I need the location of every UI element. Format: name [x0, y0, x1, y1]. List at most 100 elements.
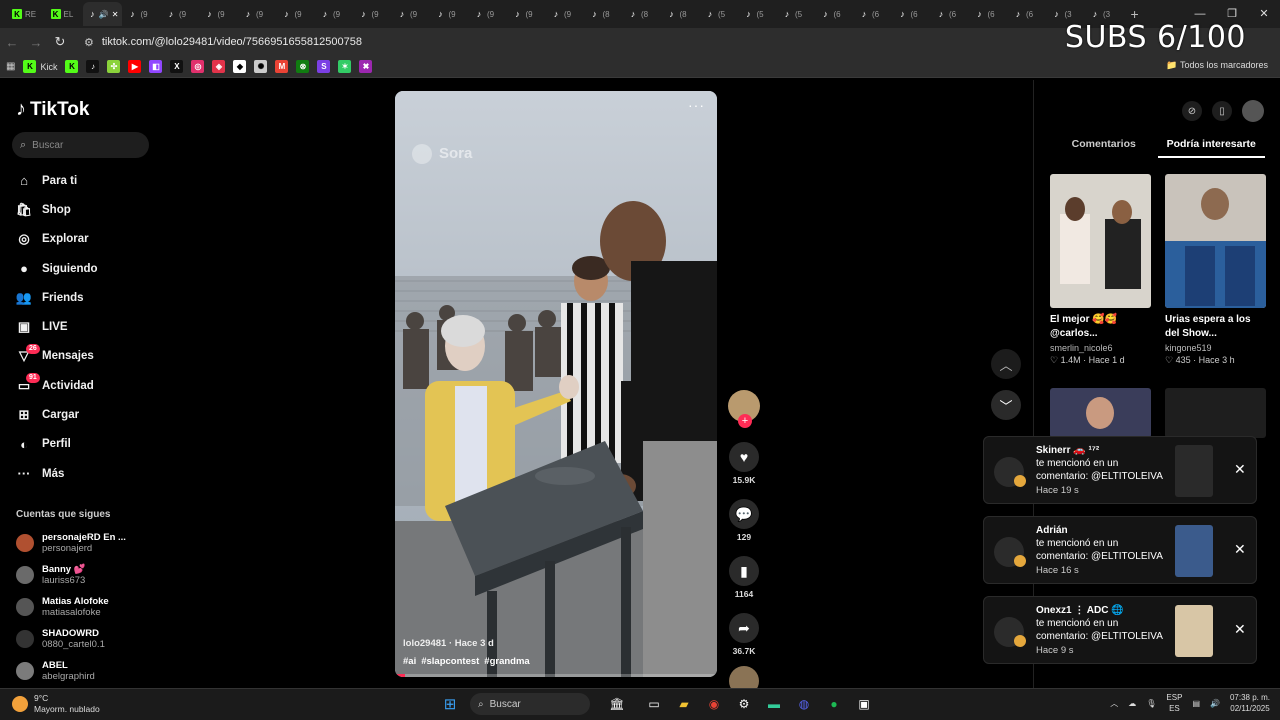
- discord-icon[interactable]: ◍: [794, 694, 814, 714]
- creator-avatar[interactable]: +: [728, 390, 760, 428]
- card-thumbnail[interactable]: [1050, 174, 1151, 308]
- browser-tab[interactable]: ♪ (9: [199, 2, 238, 26]
- card-thumbnail[interactable]: [1165, 388, 1266, 438]
- close-icon[interactable]: ✕: [1234, 621, 1246, 638]
- card-thumbnail[interactable]: [1165, 174, 1266, 308]
- chrome-icon[interactable]: ◉: [704, 694, 724, 714]
- close-icon[interactable]: ✕: [1234, 541, 1246, 558]
- browser-tab[interactable]: ♪ (9: [468, 2, 507, 26]
- bookmark-item[interactable]: ◧: [149, 60, 163, 73]
- next-video-button[interactable]: ﹀: [991, 390, 1021, 420]
- hashtag-link[interactable]: #grandma: [484, 656, 529, 667]
- browser-tab[interactable]: ♪ (9: [430, 2, 469, 26]
- windows-start-icon[interactable]: ⊞: [440, 694, 460, 714]
- epic-games-icon[interactable]: ▣: [854, 694, 874, 714]
- back-icon[interactable]: ←: [0, 35, 24, 50]
- share-action[interactable]: ➦ 36.7K: [726, 613, 762, 656]
- comment-icon[interactable]: 💬: [729, 499, 759, 529]
- nav-item-friends[interactable]: 👥 Friends: [16, 283, 98, 312]
- browser-tab[interactable]: ♪ (9: [237, 2, 276, 26]
- bookmark-item[interactable]: ♪: [86, 60, 100, 73]
- browser-tab[interactable]: ♪ (6: [930, 2, 969, 26]
- browser-tab[interactable]: ♪ (9: [391, 2, 430, 26]
- bookmark-item[interactable]: ▶: [128, 60, 142, 73]
- bookmark-item[interactable]: ◆: [233, 60, 247, 73]
- mic-icon[interactable]: 🎙: [1146, 699, 1156, 708]
- browser-tab[interactable]: ♪ (9: [314, 2, 353, 26]
- weather-widget[interactable]: 9°C Mayorm. nublado: [12, 693, 100, 715]
- hashtag-link[interactable]: #slapcontest: [421, 656, 479, 667]
- browser-tab[interactable]: K EL: [45, 2, 84, 26]
- nav-item-perfil[interactable]: ◐ Perfil: [16, 430, 98, 459]
- close-icon[interactable]: ✕: [1234, 461, 1246, 478]
- nav-item-live[interactable]: ▣ LIVE: [16, 312, 98, 341]
- following-account[interactable]: Banny 💕 lauriss673: [16, 559, 126, 591]
- browser-tab[interactable]: ♪ (9: [160, 2, 199, 26]
- bookmark-item[interactable]: ✶: [338, 60, 352, 73]
- apps-grid-icon[interactable]: ▦: [6, 61, 15, 72]
- nav-item-cargar[interactable]: ⊞ Cargar: [16, 400, 98, 429]
- nav-item-m-s[interactable]: ··· Más: [16, 459, 98, 488]
- bookmark-item[interactable]: ⊗: [296, 60, 310, 73]
- video-player[interactable]: Sora ··· lolo29481 · Hace 3 d #ai #slapco…: [395, 91, 717, 677]
- notification-thumbnail[interactable]: [1175, 525, 1213, 577]
- widget-thumbnail-icon[interactable]: 🏛: [600, 694, 634, 714]
- suggested-card[interactable]: El mejor 🥰🥰 @carlos... smerlin_nicole6 ♡…: [1050, 174, 1151, 366]
- heart-icon[interactable]: ♥: [729, 442, 759, 472]
- following-account[interactable]: SHADOWRD 0880_cartel0.1: [16, 623, 126, 655]
- audio-icon[interactable]: 🔊: [99, 10, 109, 19]
- bookmark-item[interactable]: M: [275, 60, 289, 73]
- mention-notification[interactable]: Adrián te mencionó en un comentario: @ELT…: [983, 516, 1257, 584]
- device-icon[interactable]: ▯: [1212, 101, 1232, 121]
- search-input[interactable]: [32, 139, 133, 151]
- tray-overflow-icon[interactable]: ︿: [1110, 698, 1118, 709]
- browser-tab[interactable]: K RE: [6, 2, 45, 26]
- share-icon[interactable]: ➦: [729, 613, 759, 643]
- browser-tab[interactable]: ♪ (9: [122, 2, 161, 26]
- nav-item-para-ti[interactable]: ⌂ Para ti: [16, 166, 98, 195]
- search-box[interactable]: ⌕: [12, 132, 149, 158]
- following-account[interactable]: ABEL abelgraphird: [16, 655, 126, 687]
- user-avatar[interactable]: [1242, 100, 1264, 122]
- language-indicator[interactable]: ESP ES: [1166, 692, 1182, 714]
- tab-comments[interactable]: Comentarios: [1050, 138, 1158, 158]
- following-account[interactable]: personajeRD En ... personajerd: [16, 527, 126, 559]
- bookmark-item[interactable]: K Kick: [23, 60, 57, 73]
- nav-item-actividad[interactable]: ▭ 91 Actividad: [16, 371, 98, 400]
- tiktok-logo[interactable]: ♪ TikTok: [16, 98, 89, 121]
- save-action[interactable]: ▮ 1164: [726, 556, 762, 599]
- suggested-card[interactable]: Urias espera a los del Show... kingone51…: [1165, 174, 1266, 366]
- card-author[interactable]: smerlin_nicole6: [1050, 343, 1151, 353]
- browser-tab[interactable]: ♪ (8: [661, 2, 700, 26]
- cloud-icon[interactable]: ☁: [1128, 699, 1136, 708]
- notification-thumbnail[interactable]: [1175, 445, 1213, 497]
- browser-tab[interactable]: ♪ (5: [738, 2, 777, 26]
- close-window-icon[interactable]: ✕: [1248, 0, 1280, 28]
- browser-tab[interactable]: ♪ (9: [545, 2, 584, 26]
- following-account[interactable]: Matias Alofoke matiasalofoke: [16, 591, 126, 623]
- bookmark-item[interactable]: ◎: [191, 60, 205, 73]
- bookmark-item[interactable]: S: [317, 60, 331, 73]
- close-tab-icon[interactable]: ✕: [112, 10, 119, 19]
- browser-tab[interactable]: ♪ (6: [815, 2, 854, 26]
- spotify-icon[interactable]: ●: [824, 694, 844, 714]
- video-author[interactable]: lolo29481 · Hace 3 d: [403, 638, 494, 649]
- comment-action[interactable]: 💬 129: [726, 499, 762, 542]
- nav-item-explorar[interactable]: ◎ Explorar: [16, 225, 98, 254]
- network-icon[interactable]: ▤: [1192, 699, 1200, 708]
- browser-tab[interactable]: ♪ (8: [622, 2, 661, 26]
- mention-notification[interactable]: Skinerr 🚗 ¹⁷² te mencionó en un comentari…: [983, 436, 1257, 504]
- bookmark-item[interactable]: ✺: [254, 60, 268, 73]
- reload-icon[interactable]: ↻: [48, 34, 72, 50]
- clock[interactable]: 07:38 p. m. 02/11/2025: [1230, 692, 1270, 714]
- browser-tab[interactable]: ♪ (6: [969, 2, 1008, 26]
- url-field[interactable]: ⚙ tiktok.com/@lolo29481/video/7566951655…: [78, 31, 1038, 53]
- all-bookmarks[interactable]: 📁 Todos los marcadores: [1166, 60, 1268, 71]
- forward-icon[interactable]: →: [24, 35, 48, 50]
- coins-icon[interactable]: ⊘: [1182, 101, 1202, 121]
- task-view-icon[interactable]: ▭: [644, 694, 664, 714]
- site-info-icon[interactable]: ⚙: [84, 36, 94, 49]
- like-action[interactable]: ♥ 15.9K: [726, 442, 762, 485]
- suggested-card-partial[interactable]: [1165, 388, 1266, 438]
- mention-notification[interactable]: Onexz1 ⋮ ADC 🌐 te mencionó en un comentar…: [983, 596, 1257, 664]
